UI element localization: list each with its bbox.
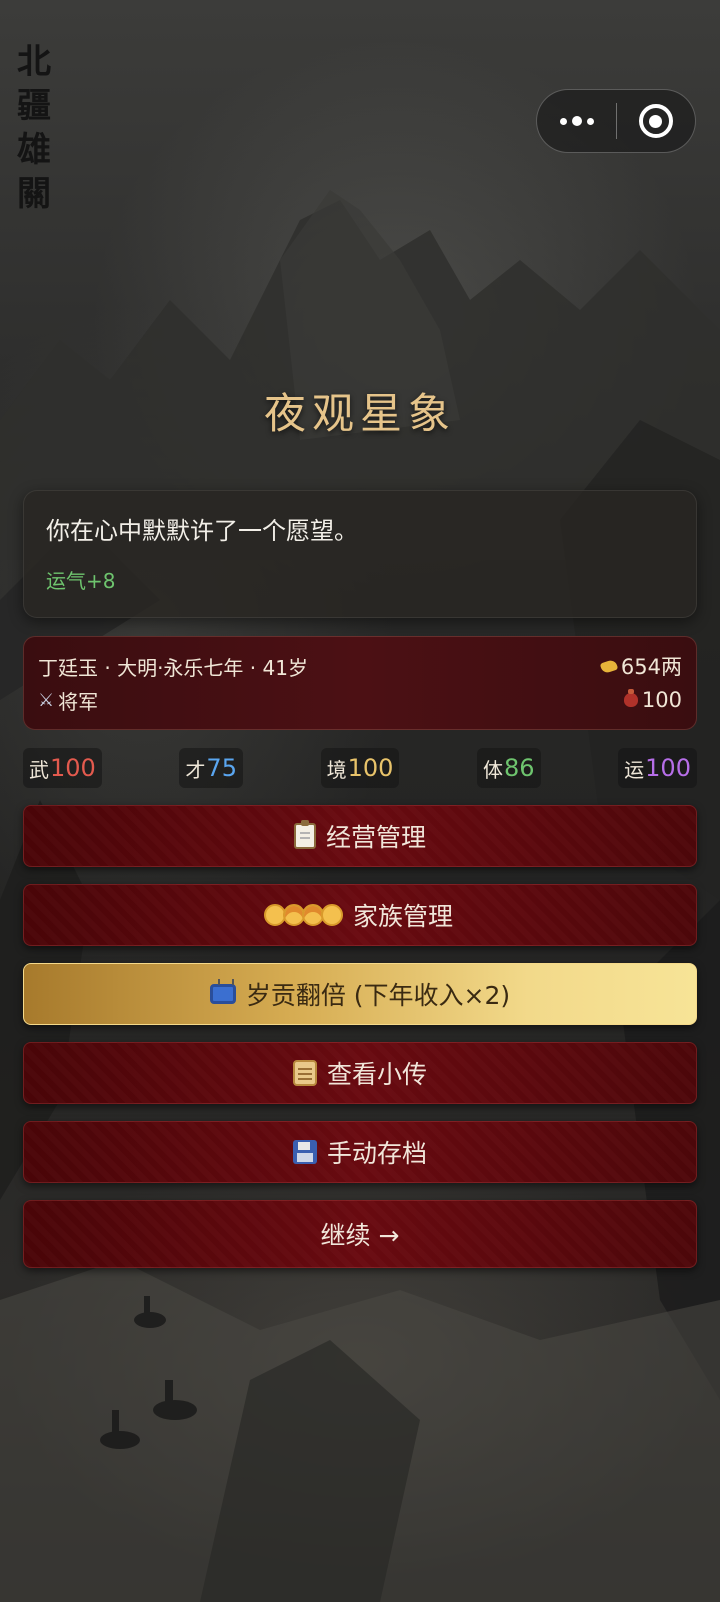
silver-value: 654两: [620, 655, 682, 679]
target-close-icon: [638, 104, 673, 138]
dot-icon: [586, 117, 594, 125]
calligraphy-seal: 北疆雄關: [17, 42, 51, 214]
family-icon: [263, 901, 343, 929]
crossed-swords-icon: ⚔: [38, 689, 55, 711]
tv-icon: [209, 980, 236, 1008]
save-button[interactable]: 手动存档: [23, 1121, 697, 1183]
double-tribute-label: 岁贡翻倍 (下年收入×2): [245, 981, 511, 1010]
event-text: 你在心中默默许了一个愿望。: [46, 517, 358, 545]
attr-label: 才: [185, 757, 206, 782]
silver-amount: 654两: [599, 651, 682, 681]
biography-button[interactable]: 查看小传: [23, 1042, 697, 1104]
manage-label: 经营管理: [325, 823, 426, 852]
clipboard-icon: [293, 820, 316, 850]
attr-martial: 武 100: [23, 748, 102, 788]
pouch-value: 100: [641, 688, 682, 712]
save-label: 手动存档: [326, 1139, 427, 1168]
manage-button[interactable]: 经营管理: [23, 805, 697, 867]
attr-luck: 运 100: [618, 748, 697, 788]
attr-value: 75: [206, 754, 237, 782]
dot-icon: [571, 116, 582, 126]
character-rank: ⚔ 将军: [38, 686, 98, 715]
event-card: 你在心中默默许了一个愿望。 运气+8: [23, 490, 697, 618]
more-options-button[interactable]: [537, 90, 616, 152]
rank-label: 将军: [58, 689, 99, 714]
attr-label: 境: [326, 757, 347, 782]
character-info: 丁廷玉 · 大明·永乐七年 · 41岁: [38, 655, 308, 680]
scroll-icon: [292, 1059, 317, 1087]
mountain-painting: [0, 190, 720, 1602]
continue-label: 继续 →: [320, 1221, 400, 1250]
family-label: 家族管理: [352, 902, 453, 931]
attr-realm: 境 100: [320, 748, 400, 788]
gold-ingot-icon: [599, 658, 619, 674]
floppy-disk-icon: [292, 1138, 317, 1166]
dot-icon: [559, 117, 567, 125]
attr-value: 86: [504, 754, 535, 782]
attribute-bar: 武 100 才 75 境 100 体 86 运 100: [23, 748, 697, 788]
continue-button[interactable]: 继续 →: [23, 1200, 697, 1268]
close-program-button[interactable]: [617, 90, 695, 152]
family-button[interactable]: 家族管理: [23, 884, 697, 946]
page-title: 夜观星象: [263, 389, 456, 438]
ink-landscape-background: 北疆雄關: [0, 0, 720, 1602]
attr-value: 100: [347, 754, 394, 782]
attr-label: 武: [29, 757, 49, 782]
attr-physique: 体 86: [477, 748, 541, 788]
attr-talent: 才 75: [179, 748, 243, 788]
mini-program-capsule: [536, 89, 696, 153]
event-effect: 运气+8: [46, 569, 116, 593]
attr-value: 100: [50, 754, 96, 782]
double-tribute-button[interactable]: 岁贡翻倍 (下年收入×2): [23, 963, 697, 1025]
attr-label: 体: [483, 757, 503, 782]
biography-label: 查看小传: [326, 1060, 427, 1089]
pouch-amount: 100: [623, 688, 682, 712]
attr-label: 运: [624, 757, 645, 782]
attr-value: 100: [645, 754, 691, 782]
money-pouch-icon: [623, 689, 638, 707]
character-status-card: 丁廷玉 · 大明·永乐七年 · 41岁 654两 ⚔ 将军 100: [23, 636, 697, 730]
